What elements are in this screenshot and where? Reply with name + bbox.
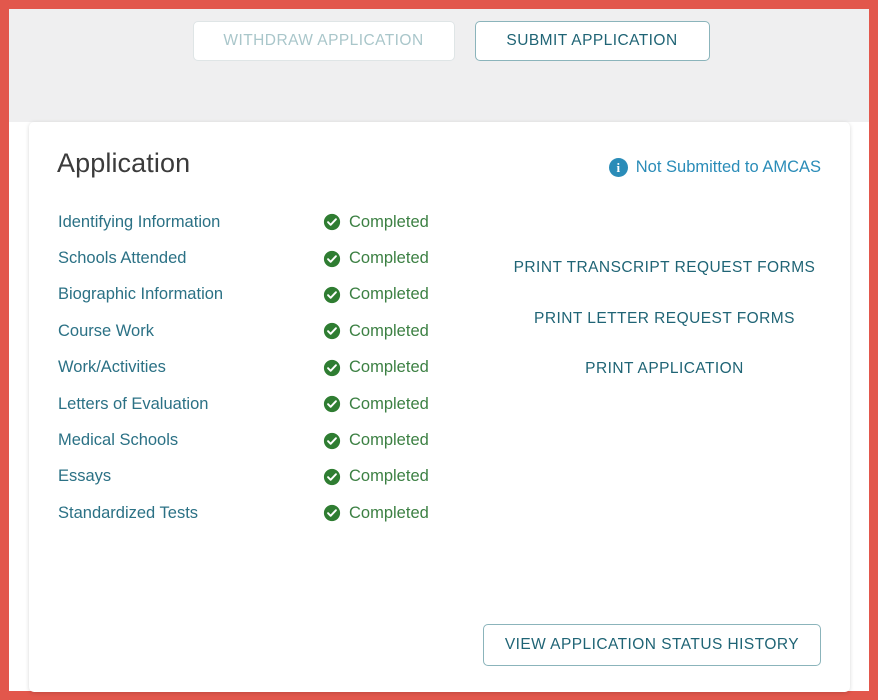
section-status: Completed <box>323 213 429 232</box>
amcas-status-badge: i Not Submitted to AMCAS <box>609 158 821 177</box>
section-row: Letters of Evaluation Completed <box>58 386 478 422</box>
section-link[interactable]: Biographic Information <box>58 285 323 304</box>
check-circle-icon <box>323 359 341 377</box>
section-link[interactable]: Letters of Evaluation <box>58 395 323 414</box>
action-bar-buttons: WITHDRAW APPLICATION SUBMIT APPLICATION <box>193 21 710 61</box>
section-status: Completed <box>323 431 429 450</box>
section-row: Standardized Tests Completed <box>58 495 478 531</box>
section-status: Completed <box>323 395 429 414</box>
section-status-label: Completed <box>349 322 429 341</box>
withdraw-application-button[interactable]: WITHDRAW APPLICATION <box>193 21 455 61</box>
check-circle-icon <box>323 468 341 486</box>
top-action-bar: WITHDRAW APPLICATION SUBMIT APPLICATION <box>9 9 869 122</box>
section-row: Identifying Information Completed <box>58 204 478 240</box>
section-row: Biographic Information Completed <box>58 277 478 313</box>
print-link[interactable]: PRINT TRANSCRIPT REQUEST FORMS <box>509 254 820 283</box>
submit-application-button[interactable]: SUBMIT APPLICATION <box>475 21 710 61</box>
section-link[interactable]: Identifying Information <box>58 213 323 232</box>
section-status: Completed <box>323 467 429 486</box>
section-status-label: Completed <box>349 395 429 414</box>
section-status: Completed <box>323 504 429 523</box>
section-status: Completed <box>323 358 429 377</box>
print-link[interactable]: PRINT LETTER REQUEST FORMS <box>509 305 820 334</box>
section-link[interactable]: Course Work <box>58 322 323 341</box>
check-circle-icon <box>323 286 341 304</box>
section-row: Work/Activities Completed <box>58 350 478 386</box>
section-row: Course Work Completed <box>58 313 478 349</box>
check-circle-icon <box>323 432 341 450</box>
section-status: Completed <box>323 322 429 341</box>
section-status-label: Completed <box>349 431 429 450</box>
section-status-label: Completed <box>349 285 429 304</box>
section-row: Schools Attended Completed <box>58 240 478 276</box>
section-link[interactable]: Standardized Tests <box>58 504 323 523</box>
check-circle-icon <box>323 504 341 522</box>
section-status: Completed <box>323 249 429 268</box>
page-title: Application <box>57 148 190 179</box>
section-link[interactable]: Work/Activities <box>58 358 323 377</box>
check-circle-icon <box>323 395 341 413</box>
print-links-column: PRINT TRANSCRIPT REQUEST FORMS PRINT LETT… <box>509 254 820 384</box>
check-circle-icon <box>323 322 341 340</box>
section-status-label: Completed <box>349 358 429 377</box>
section-link[interactable]: Essays <box>58 467 323 486</box>
section-status: Completed <box>323 285 429 304</box>
view-application-status-history-button[interactable]: VIEW APPLICATION STATUS HISTORY <box>483 624 821 666</box>
app-viewport: WITHDRAW APPLICATION SUBMIT APPLICATION … <box>0 0 878 700</box>
section-row: Medical Schools Completed <box>58 422 478 458</box>
amcas-status-text: Not Submitted to AMCAS <box>636 158 821 177</box>
section-link[interactable]: Schools Attended <box>58 249 323 268</box>
section-link[interactable]: Medical Schools <box>58 431 323 450</box>
section-status-label: Completed <box>349 213 429 232</box>
print-link[interactable]: PRINT APPLICATION <box>509 355 820 384</box>
section-status-label: Completed <box>349 467 429 486</box>
section-status-label: Completed <box>349 249 429 268</box>
info-icon: i <box>609 158 628 177</box>
check-circle-icon <box>323 213 341 231</box>
application-sections-list: Identifying InformationCompletedSchools … <box>58 204 478 532</box>
check-circle-icon <box>323 250 341 268</box>
section-row: Essays Completed <box>58 459 478 495</box>
section-status-label: Completed <box>349 504 429 523</box>
application-card: Application i Not Submitted to AMCAS Ide… <box>29 122 850 692</box>
